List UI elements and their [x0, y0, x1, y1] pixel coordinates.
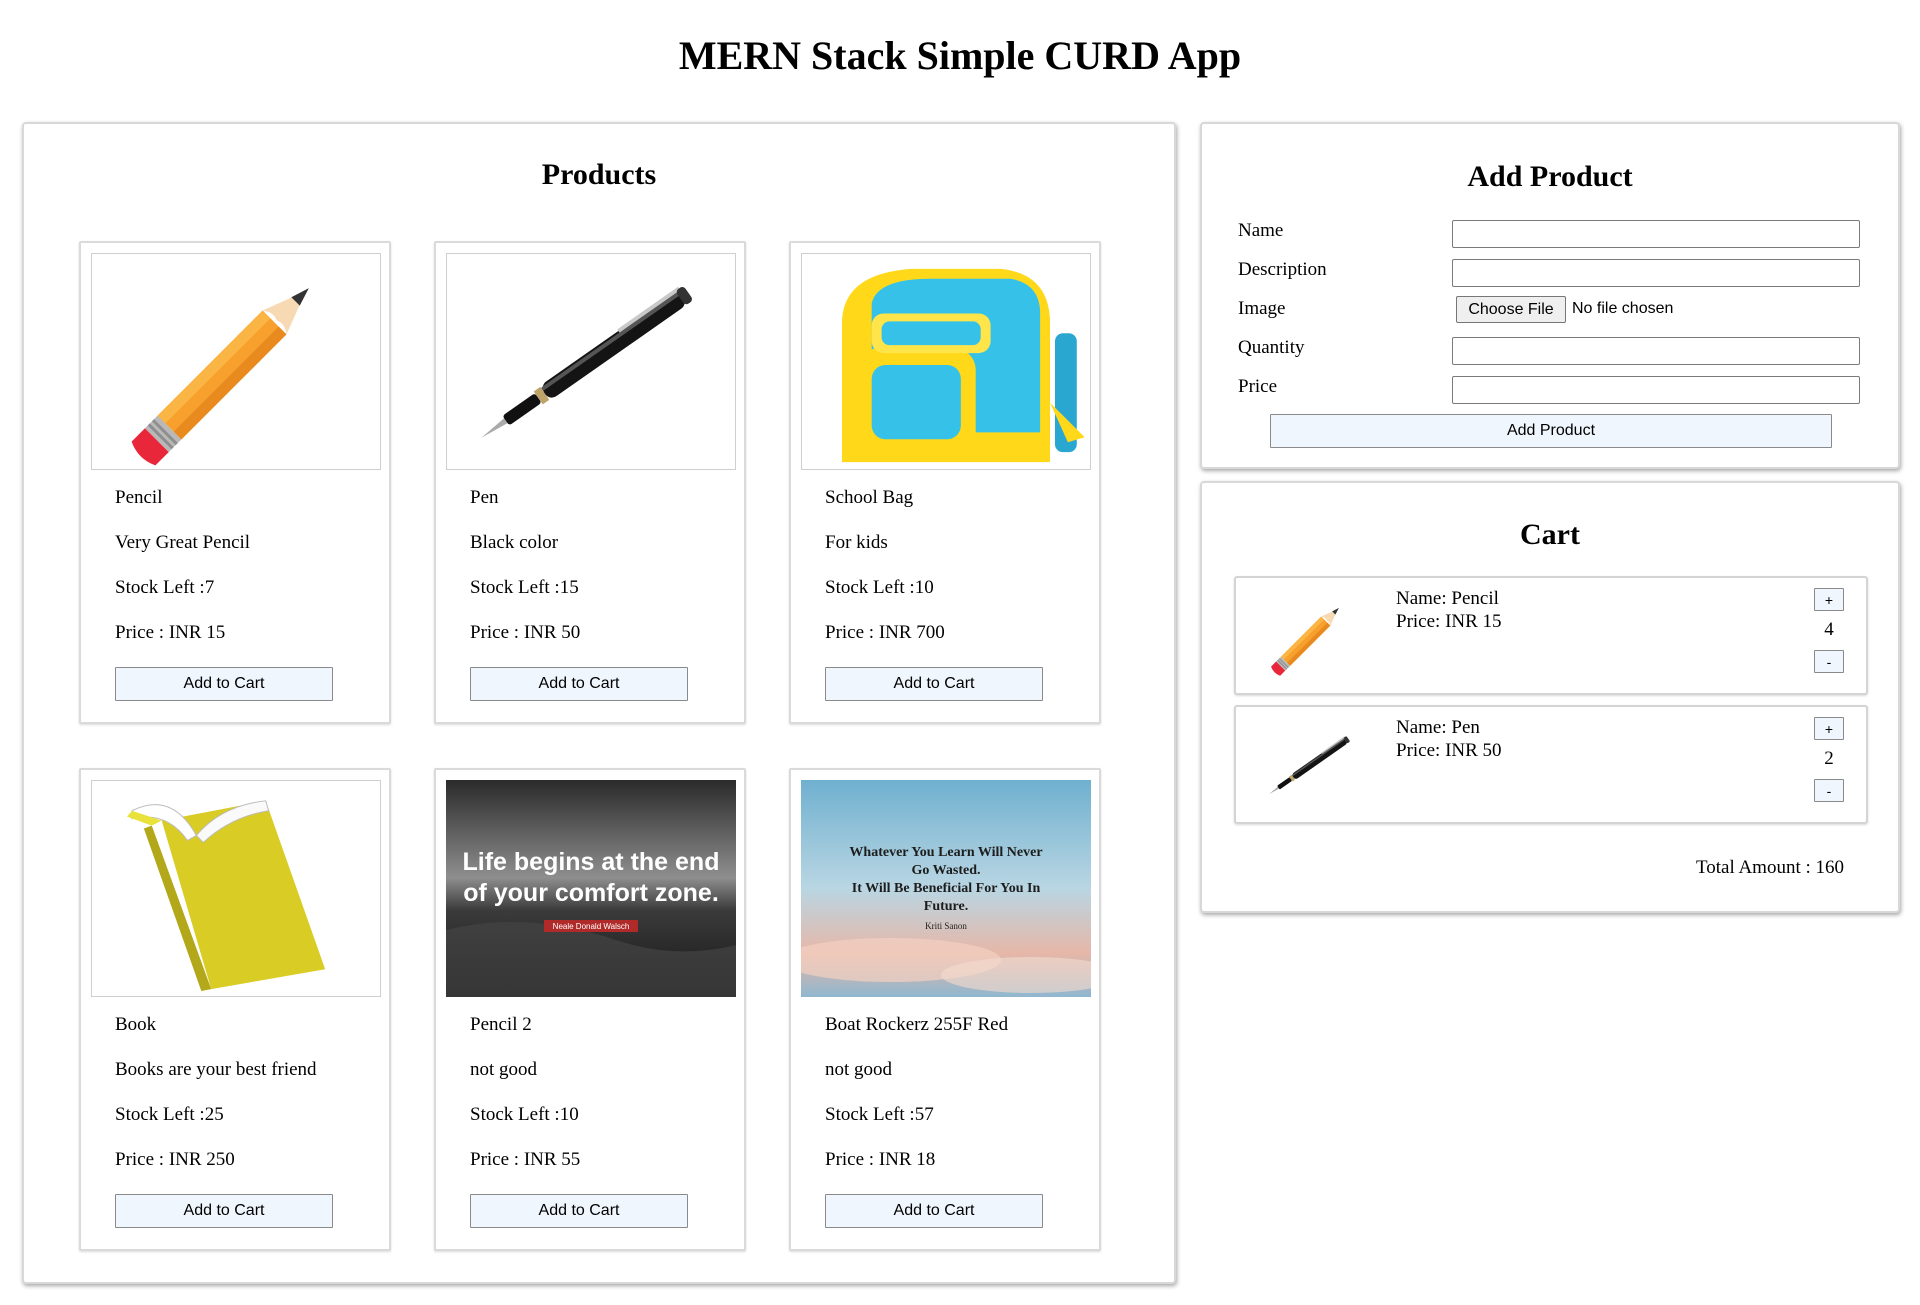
- pencil-image: [1256, 586, 1366, 686]
- cart-item-name: Name: Pencil: [1396, 588, 1499, 609]
- poster-author: Neale Donald Walsch: [553, 922, 630, 931]
- product-name: Book: [115, 1014, 157, 1035]
- product-card: Book Books are your best friend Stock Le…: [79, 768, 391, 1251]
- cart-panel: Cart Name: Pencil Price: INR 15 + 4 - Na…: [1200, 481, 1900, 913]
- product-stock: Stock Left :7: [115, 577, 215, 598]
- product-price: Price : INR 15: [115, 622, 226, 643]
- product-description: not good: [470, 1059, 538, 1080]
- add-to-cart-button[interactable]: Add to Cart: [825, 1194, 1043, 1228]
- add-to-cart-button[interactable]: Add to Cart: [825, 667, 1043, 701]
- product-card: Whatever You Learn Will Never Go Wasted.…: [789, 768, 1101, 1251]
- cart-item-name: Name: Pen: [1396, 717, 1480, 738]
- price-field[interactable]: [1452, 376, 1860, 404]
- product-description: Books are your best friend: [115, 1059, 317, 1080]
- add-to-cart-button[interactable]: Add to Cart: [470, 1194, 688, 1228]
- poster-author: Kriti Sanon: [925, 921, 967, 931]
- add-product-panel: Add Product Name Description Image Choos…: [1200, 122, 1900, 469]
- choose-file-button[interactable]: Choose File: [1456, 296, 1566, 323]
- poster-quote-line-2: of your comfort zone.: [463, 879, 719, 907]
- product-price: Price : INR 55: [470, 1149, 581, 1170]
- add-product-button[interactable]: Add Product: [1270, 414, 1832, 448]
- decrease-quantity-button[interactable]: -: [1814, 650, 1844, 673]
- product-card: Pencil Very Great Pencil Stock Left :7 P…: [79, 241, 391, 724]
- cart-total: Total Amount : 160: [1695, 857, 1844, 878]
- add-product-title: Add Product: [1467, 160, 1633, 193]
- product-price: Price : INR 18: [825, 1149, 936, 1170]
- name-field[interactable]: [1452, 220, 1860, 248]
- add-to-cart-button[interactable]: Add to Cart: [115, 667, 333, 701]
- product-price: Price : INR 250: [115, 1149, 235, 1170]
- school-bag-image: [801, 253, 1091, 470]
- product-description: Very Great Pencil: [115, 532, 251, 553]
- products-panel: Products Pencil Very Great Pencil Stock …: [22, 122, 1176, 1284]
- product-stock: Stock Left :15: [470, 577, 579, 598]
- add-to-cart-button[interactable]: Add to Cart: [470, 667, 688, 701]
- product-stock: Stock Left :25: [115, 1104, 224, 1125]
- cart-item-price: Price: INR 50: [1396, 740, 1502, 761]
- product-card: Life begins at the end of your comfort z…: [434, 768, 746, 1251]
- price-label: Price: [1238, 376, 1278, 397]
- product-card: School Bag For kids Stock Left :10 Price…: [789, 241, 1101, 724]
- product-stock: Stock Left :10: [470, 1104, 579, 1125]
- products-title: Products: [541, 158, 657, 191]
- poster-quote-line-4: Future.: [924, 899, 968, 914]
- cart-item-quantity: 4: [1824, 619, 1834, 640]
- pencil-image: [91, 253, 381, 470]
- book-image: [91, 780, 381, 997]
- poster-quote-line-1: Whatever You Learn Will Never: [849, 845, 1042, 860]
- poster-quote-line-3: It Will Be Beneficial For You In: [852, 881, 1041, 896]
- product-description: not good: [825, 1059, 893, 1080]
- add-to-cart-button[interactable]: Add to Cart: [115, 1194, 333, 1228]
- product-name: Pencil 2: [470, 1014, 532, 1035]
- product-description: Black color: [470, 532, 559, 553]
- file-status-text: No file chosen: [1572, 300, 1674, 317]
- poster-quote-line-2: Go Wasted.: [912, 863, 981, 878]
- pen-image: [446, 253, 736, 470]
- quantity-field[interactable]: [1452, 337, 1860, 365]
- cart-item: Name: Pen Price: INR 50 + 2 -: [1234, 705, 1868, 824]
- sky-quote-image: Whatever You Learn Will Never Go Wasted.…: [801, 780, 1091, 997]
- product-stock: Stock Left :10: [825, 577, 934, 598]
- quote-poster-image: Life begins at the end of your comfort z…: [446, 780, 736, 997]
- image-label: Image: [1238, 298, 1286, 319]
- product-name: Pencil: [115, 487, 163, 508]
- product-price: Price : INR 700: [825, 622, 945, 643]
- cart-title: Cart: [1520, 518, 1580, 551]
- pen-image: [1256, 715, 1366, 815]
- quantity-label: Quantity: [1238, 337, 1305, 358]
- decrease-quantity-button[interactable]: -: [1814, 779, 1844, 802]
- cart-item: Name: Pencil Price: INR 15 + 4 -: [1234, 576, 1868, 695]
- description-field[interactable]: [1452, 259, 1860, 287]
- increase-quantity-button[interactable]: +: [1814, 588, 1844, 611]
- cart-item-price: Price: INR 15: [1396, 611, 1502, 632]
- product-name: Pen: [470, 487, 499, 508]
- product-description: For kids: [825, 532, 888, 553]
- increase-quantity-button[interactable]: +: [1814, 717, 1844, 740]
- name-label: Name: [1238, 220, 1284, 241]
- cart-item-quantity: 2: [1824, 748, 1834, 769]
- product-price: Price : INR 50: [470, 622, 581, 643]
- poster-quote-line-1: Life begins at the end: [463, 848, 720, 876]
- product-name: School Bag: [825, 487, 914, 508]
- product-card: Pen Black color Stock Left :15 Price : I…: [434, 241, 746, 724]
- description-label: Description: [1238, 259, 1327, 280]
- product-name: Boat Rockerz 255F Red: [825, 1014, 1009, 1035]
- page-title: MERN Stack Simple CURD App: [678, 33, 1242, 78]
- product-stock: Stock Left :57: [825, 1104, 934, 1125]
